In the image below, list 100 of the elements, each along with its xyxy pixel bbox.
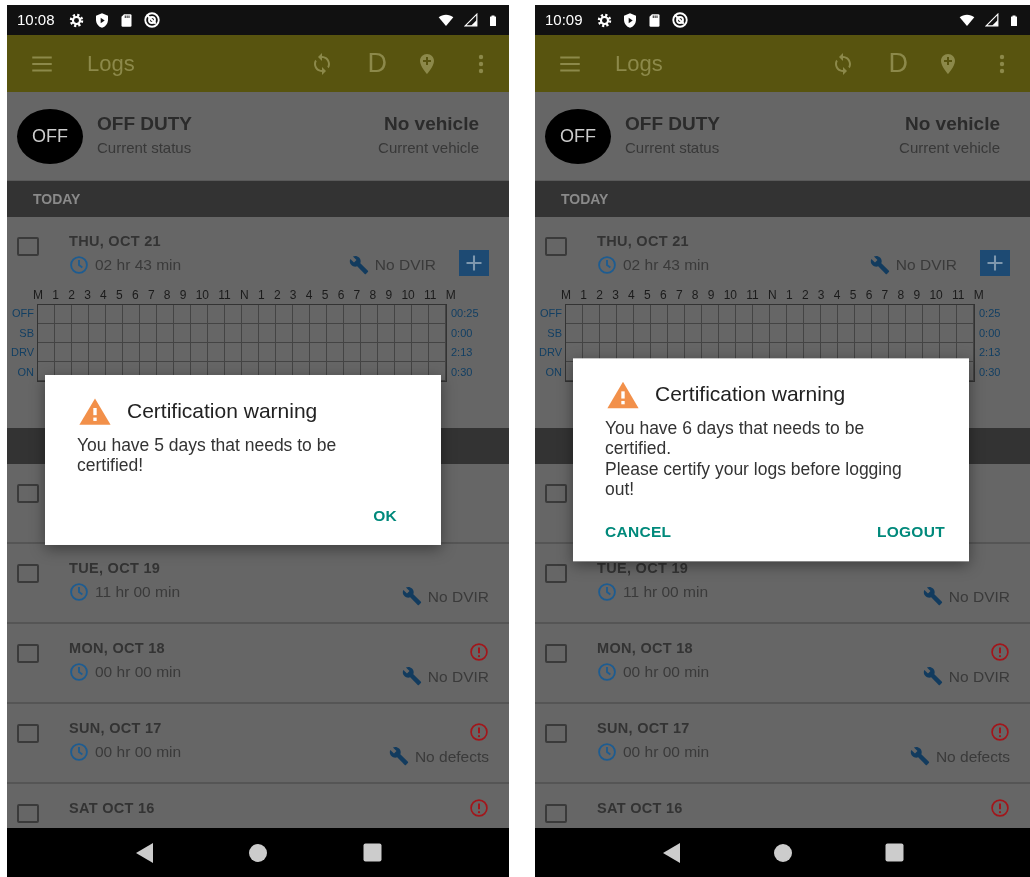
- checkbox[interactable]: [545, 644, 567, 663]
- wrench-icon: [869, 254, 890, 275]
- checkbox[interactable]: [17, 804, 39, 823]
- duty-total: 2:13: [450, 345, 474, 361]
- status-badge: OFF: [17, 108, 83, 164]
- duty-label: SB: [18, 325, 35, 341]
- wrench-icon: [401, 666, 422, 687]
- hour-label: 5: [644, 287, 651, 305]
- dialog-message: You have 6 days that needs to be certified.: [605, 417, 866, 460]
- hour-label: 7: [881, 287, 889, 305]
- hour-label: 9: [385, 287, 393, 305]
- status-time: 10:09: [545, 9, 583, 30]
- duty-total: 0:30: [978, 364, 1002, 380]
- checkbox[interactable]: [545, 724, 567, 743]
- checkbox[interactable]: [17, 644, 39, 663]
- dialog-title: Certification warning: [127, 398, 318, 424]
- ring-icon: [670, 11, 689, 29]
- hour-label: 11: [746, 287, 759, 305]
- hour-label: 9: [707, 287, 715, 305]
- driver-button[interactable]: D: [367, 43, 387, 84]
- clock-icon: [597, 254, 617, 275]
- dialog-title: Certification warning: [655, 381, 846, 408]
- hour-label: 9: [913, 287, 921, 305]
- home-icon[interactable]: [248, 842, 269, 863]
- driver-button[interactable]: D: [888, 43, 908, 84]
- hour-label: 11: [424, 287, 437, 305]
- vehicle-text: No vehicle: [382, 112, 479, 137]
- hour-label: 1: [52, 287, 59, 305]
- hour-label: 6: [131, 287, 139, 305]
- signal-icon: [985, 13, 999, 27]
- home-icon[interactable]: [773, 842, 793, 863]
- hour-label: 11: [952, 287, 965, 305]
- hour-label: 2: [596, 287, 603, 305]
- duty-total: 00:25: [450, 306, 480, 322]
- clock-icon: [597, 741, 617, 762]
- hour-label: 10: [929, 287, 943, 305]
- status-text: OFF DUTY: [97, 112, 193, 137]
- hour-label: 6: [337, 287, 345, 305]
- hour-label: 4: [100, 287, 107, 305]
- recents-icon[interactable]: [362, 843, 382, 862]
- hour-label: 2: [273, 287, 281, 305]
- duty-label: DRV: [537, 345, 563, 361]
- hour-label: 5: [116, 287, 123, 305]
- hour-label: 2: [68, 287, 75, 305]
- vehicle-text: No vehicle: [903, 112, 1000, 137]
- hour-label: 9: [179, 287, 187, 305]
- back-icon[interactable]: [661, 841, 681, 864]
- hour-label: 5: [321, 287, 329, 305]
- dialog-button[interactable]: OK: [373, 495, 397, 535]
- hour-label: 1: [785, 287, 793, 305]
- hour-label: M: [33, 287, 43, 305]
- duty-total: 0:25: [978, 306, 1002, 322]
- checkbox[interactable]: [545, 484, 567, 503]
- checkbox[interactable]: [17, 724, 39, 743]
- wrench-icon: [922, 586, 943, 607]
- wrench-icon: [909, 746, 930, 767]
- dialog-message: You have 5 days that needs to be certified!: [77, 434, 338, 476]
- hour-label: M: [561, 287, 571, 305]
- checkbox[interactable]: [545, 804, 567, 823]
- hour-label: 11: [218, 287, 231, 305]
- hour-label: 7: [675, 287, 683, 305]
- duty-total: 0:00: [450, 325, 474, 341]
- plus-icon: [464, 253, 484, 274]
- hour-label: 3: [289, 287, 297, 305]
- checkbox[interactable]: [17, 484, 39, 503]
- status-text: OFF DUTY: [625, 112, 721, 137]
- duty-label: ON: [544, 364, 563, 380]
- checkbox[interactable]: [17, 237, 39, 256]
- hour-label: 8: [691, 287, 699, 305]
- duty-label: ON: [16, 364, 35, 380]
- plus-icon: [985, 253, 1005, 274]
- wrench-icon: [348, 254, 369, 275]
- back-icon[interactable]: [134, 841, 155, 864]
- section-header: TODAY: [7, 181, 509, 217]
- hour-label: 8: [163, 287, 171, 305]
- hour-label: 7: [147, 287, 155, 305]
- signal-icon: [464, 13, 478, 27]
- checkbox[interactable]: [545, 237, 567, 256]
- clock-icon: [69, 741, 89, 762]
- hour-label: 3: [612, 287, 619, 305]
- recents-icon[interactable]: [885, 843, 904, 862]
- shield-icon: [621, 11, 638, 29]
- hour-label: 8: [369, 287, 377, 305]
- hour-label: 5: [849, 287, 857, 305]
- duty-label: OFF: [11, 306, 35, 322]
- checkbox[interactable]: [545, 564, 567, 583]
- duty-label: OFF: [539, 306, 563, 322]
- hour-label: 1: [257, 287, 265, 305]
- duty-total: 2:13: [978, 345, 1002, 361]
- hour-label: 10: [723, 287, 738, 305]
- shield-icon: [93, 11, 110, 29]
- app-title: Logs: [615, 50, 664, 78]
- hour-label: 4: [305, 287, 313, 305]
- gear-icon: [595, 11, 613, 29]
- checkbox[interactable]: [17, 564, 39, 583]
- wrench-icon: [401, 586, 422, 607]
- add-button[interactable]: [980, 250, 1010, 277]
- add-button[interactable]: [459, 250, 489, 277]
- status-time: 10:08: [17, 9, 55, 30]
- app-title: Logs: [87, 50, 136, 78]
